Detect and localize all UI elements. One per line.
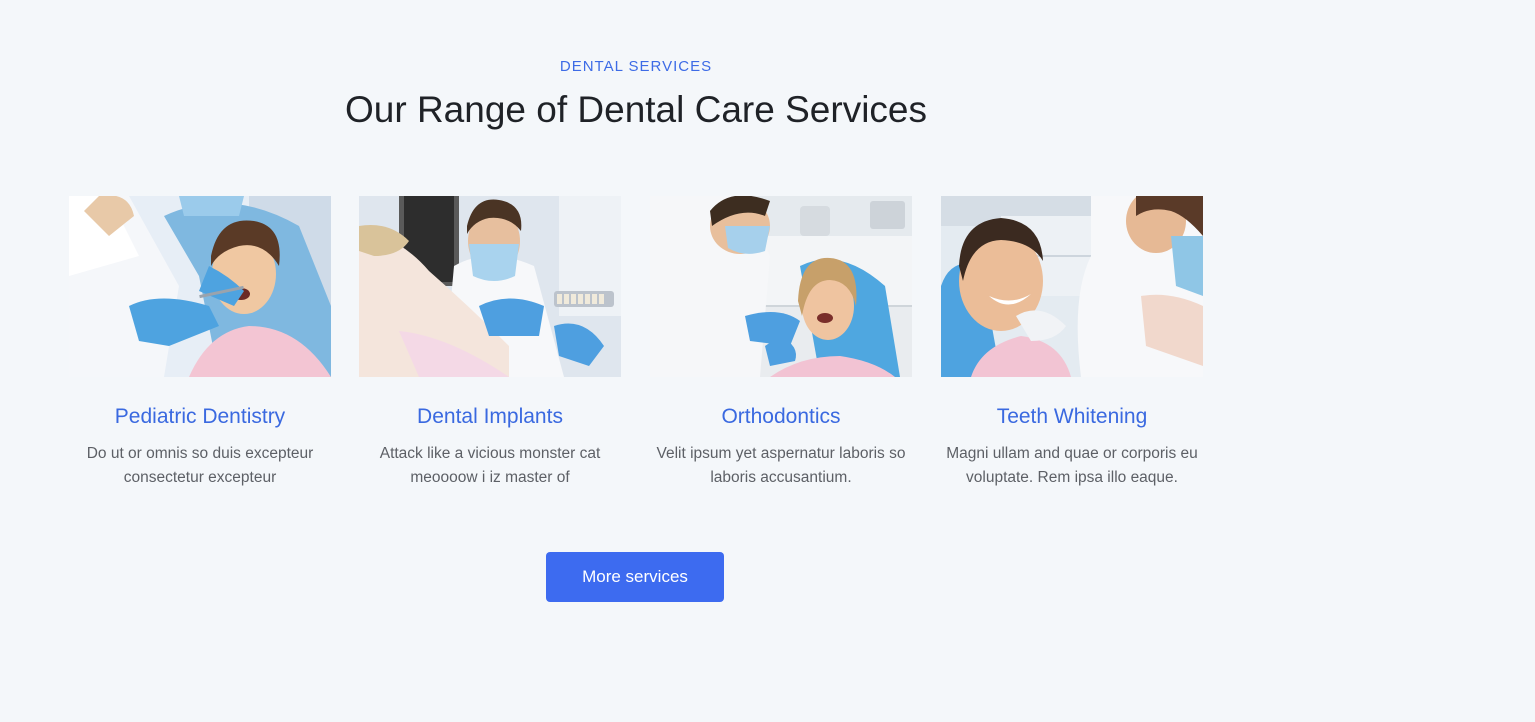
more-services-button[interactable]: More services (546, 552, 724, 602)
services-section: DENTAL SERVICES Our Range of Dental Care… (0, 0, 1535, 722)
whitening-photo (941, 196, 1203, 377)
service-description: Attack like a vicious monster cat meoooo… (379, 445, 601, 486)
service-title[interactable]: Orthodontics (636, 404, 926, 430)
service-image-implants[interactable] (359, 196, 621, 377)
service-image-pediatric[interactable] (69, 196, 331, 377)
service-description: Do ut or omnis so duis excepteur consect… (86, 445, 314, 486)
orthodontics-photo (650, 196, 912, 377)
section-eyebrow: DENTAL SERVICES (559, 58, 713, 75)
service-title[interactable]: Pediatric Dentistry (55, 404, 345, 430)
service-title[interactable]: Teeth Whitening (927, 404, 1217, 430)
service-description: Velit ipsum yet aspernatur laboris so la… (656, 445, 906, 486)
service-image-orthodontics[interactable] (650, 196, 912, 377)
implants-photo (359, 196, 621, 377)
service-title[interactable]: Dental Implants (345, 404, 635, 430)
service-description: Magni ullam and quae or corporis eu volu… (946, 445, 1198, 486)
pediatric-photo (69, 196, 331, 377)
section-heading: Our Range of Dental Care Services (345, 89, 927, 130)
service-image-whitening[interactable] (941, 196, 1203, 377)
